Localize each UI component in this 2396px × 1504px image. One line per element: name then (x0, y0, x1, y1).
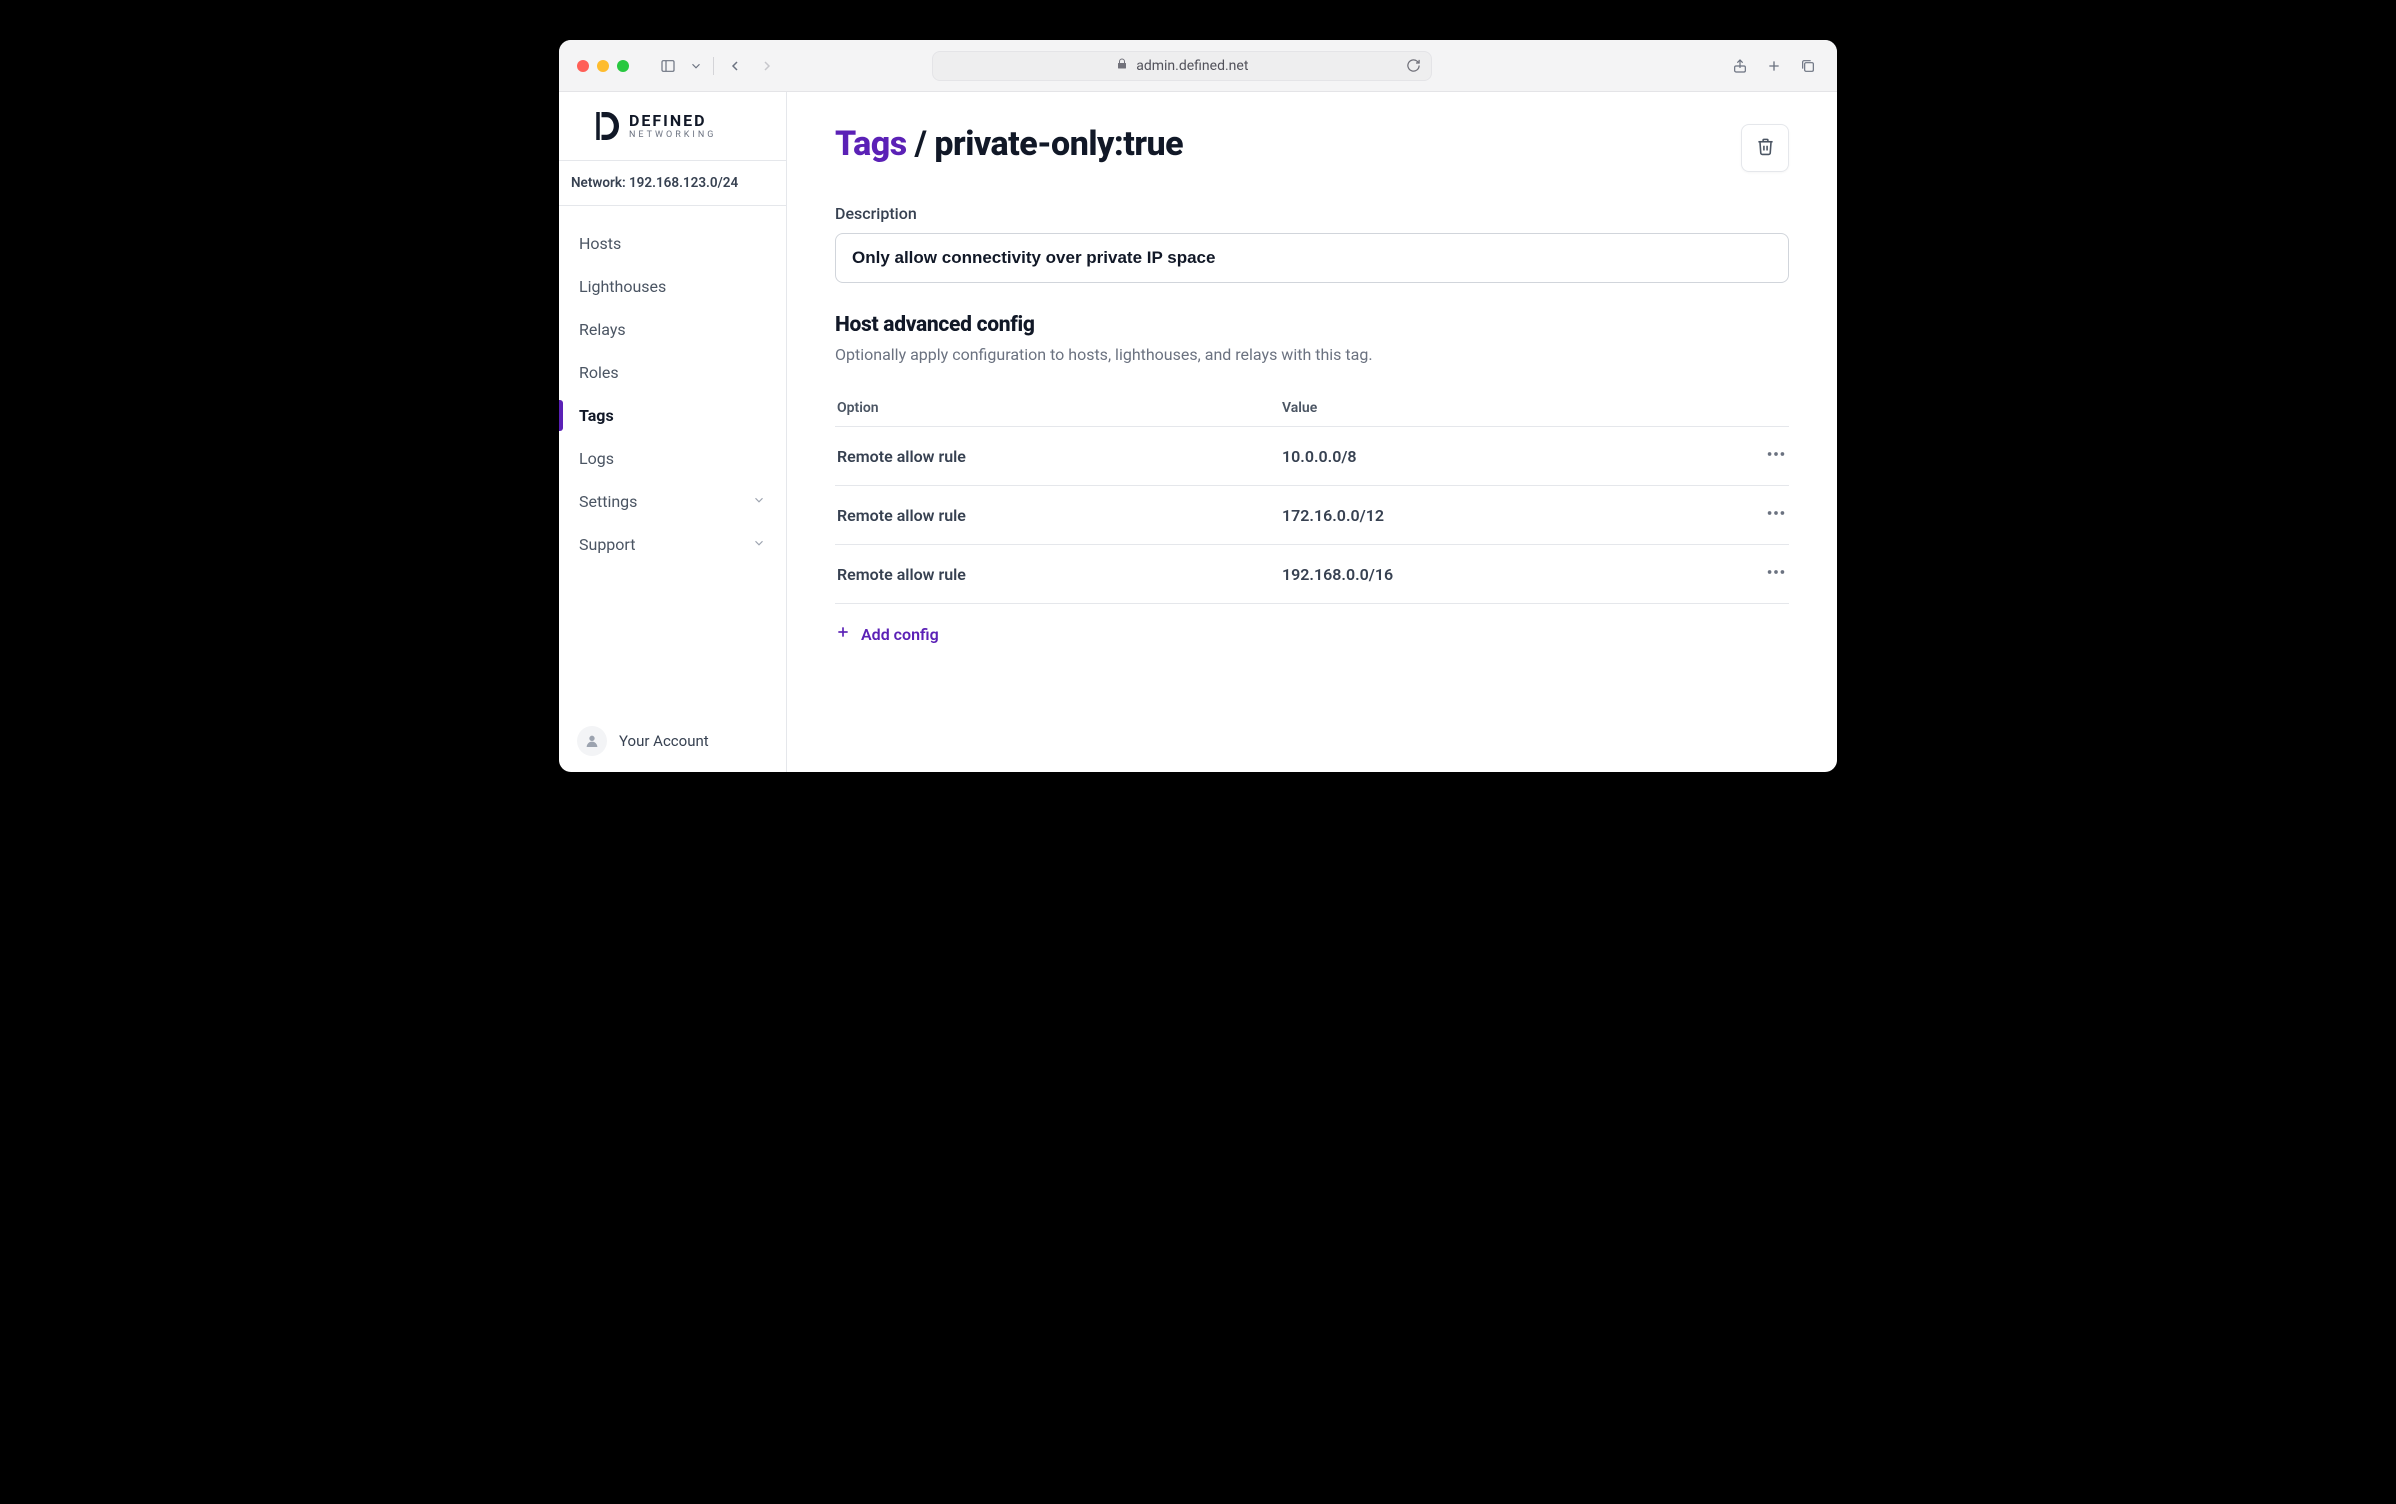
lock-icon (1116, 58, 1128, 74)
row-actions-button[interactable] (1727, 443, 1787, 469)
sidebar-item-label: Tags (579, 406, 614, 425)
row-actions-button[interactable] (1727, 561, 1787, 587)
advanced-config-heading: Host advanced config (835, 313, 1789, 337)
config-row: Remote allow rule172.16.0.0/12 (835, 486, 1789, 545)
tabs-overview-icon[interactable] (1797, 55, 1819, 77)
sidebar-item-label: Logs (579, 449, 614, 468)
logo: DEFINED NETWORKING (559, 92, 786, 161)
config-row-value: 10.0.0.0/8 (1282, 447, 1727, 466)
toolbar-separator (713, 57, 714, 75)
breadcrumb-root[interactable]: Tags (835, 124, 907, 164)
config-row: Remote allow rule10.0.0.0/8 (835, 427, 1789, 486)
config-row: Remote allow rule192.168.0.0/16 (835, 545, 1789, 604)
address-bar[interactable]: admin.defined.net (932, 51, 1432, 81)
forward-button[interactable] (756, 55, 778, 77)
sidebar-item-label: Roles (579, 363, 619, 382)
sidebar-nav: Hosts Lighthouses Relays Roles Tags Logs Setti… (559, 206, 786, 710)
back-button[interactable] (724, 55, 746, 77)
chevron-down-icon (752, 492, 766, 511)
add-config-label: Add config (861, 625, 939, 644)
sidebar-item-roles[interactable]: Roles (559, 351, 786, 394)
plus-icon (835, 624, 851, 644)
sidebar-item-relays[interactable]: Relays (559, 308, 786, 351)
sidebar-item-label: Lighthouses (579, 277, 666, 296)
page-header: Tags / private-only:true (835, 124, 1789, 172)
config-row-option: Remote allow rule (837, 506, 1282, 525)
sidebar-item-support[interactable]: Support (559, 523, 786, 566)
network-indicator: Network: 192.168.123.0/24 (559, 161, 786, 206)
window-close-button[interactable] (577, 60, 589, 72)
traffic-lights (577, 60, 629, 72)
breadcrumb-separator: / (907, 124, 935, 164)
browser-titlebar: admin.defined.net (559, 40, 1837, 92)
more-horizontal-icon (1765, 502, 1787, 528)
sidebar-toggle-icon[interactable] (657, 55, 679, 77)
share-icon[interactable] (1729, 55, 1751, 77)
main-content: Tags / private-only:true Description Hos… (787, 92, 1837, 772)
config-row-value: 192.168.0.0/16 (1282, 565, 1727, 584)
logo-line2: NETWORKING (629, 131, 716, 140)
browser-window: admin.defined.net (559, 40, 1837, 772)
logo-text: DEFINED NETWORKING (629, 113, 716, 140)
avatar-icon (577, 726, 607, 756)
sidebar-item-lighthouses[interactable]: Lighthouses (559, 265, 786, 308)
config-row-option: Remote allow rule (837, 565, 1282, 584)
description-input[interactable] (835, 233, 1789, 283)
config-row-option: Remote allow rule (837, 447, 1282, 466)
chevron-down-icon[interactable] (689, 55, 703, 77)
account-label: Your Account (619, 732, 709, 750)
breadcrumb: Tags / private-only:true (835, 124, 1183, 164)
breadcrumb-current: private-only:true (934, 124, 1183, 164)
sidebar: DEFINED NETWORKING Network: 192.168.123.… (559, 92, 787, 772)
sidebar-item-label: Settings (579, 492, 637, 511)
new-tab-icon[interactable] (1763, 55, 1785, 77)
sidebar-item-label: Support (579, 535, 635, 554)
reload-icon[interactable] (1406, 58, 1421, 73)
sidebar-item-label: Hosts (579, 234, 621, 253)
sidebar-item-logs[interactable]: Logs (559, 437, 786, 480)
toolbar-right-group (1729, 55, 1819, 77)
config-row-value: 172.16.0.0/12 (1282, 506, 1727, 525)
logo-line1: DEFINED (629, 113, 716, 129)
col-option-header: Option (837, 400, 1282, 416)
add-config-button[interactable]: Add config (835, 624, 1789, 644)
col-value-header: Value (1282, 400, 1727, 416)
more-horizontal-icon (1765, 443, 1787, 469)
window-minimize-button[interactable] (597, 60, 609, 72)
description-label: Description (835, 204, 1789, 223)
sidebar-item-tags[interactable]: Tags (559, 394, 786, 437)
window-zoom-button[interactable] (617, 60, 629, 72)
more-horizontal-icon (1765, 561, 1787, 587)
address-bar-url: admin.defined.net (1136, 58, 1248, 74)
delete-button[interactable] (1741, 124, 1789, 172)
chevron-down-icon (752, 535, 766, 554)
logo-mark (591, 110, 619, 142)
description-section: Description (835, 204, 1789, 283)
app-body: DEFINED NETWORKING Network: 192.168.123.… (559, 92, 1837, 772)
config-table-header: Option Value (835, 390, 1789, 427)
sidebar-item-hosts[interactable]: Hosts (559, 222, 786, 265)
advanced-config-subtext: Optionally apply configuration to hosts,… (835, 345, 1789, 364)
toolbar-left-group (657, 55, 778, 77)
sidebar-item-settings[interactable]: Settings (559, 480, 786, 523)
row-actions-button[interactable] (1727, 502, 1787, 528)
account-link[interactable]: Your Account (559, 710, 786, 772)
sidebar-item-label: Relays (579, 320, 626, 339)
config-table: Option Value Remote allow rule10.0.0.0/8… (835, 390, 1789, 604)
trash-icon (1756, 137, 1775, 160)
